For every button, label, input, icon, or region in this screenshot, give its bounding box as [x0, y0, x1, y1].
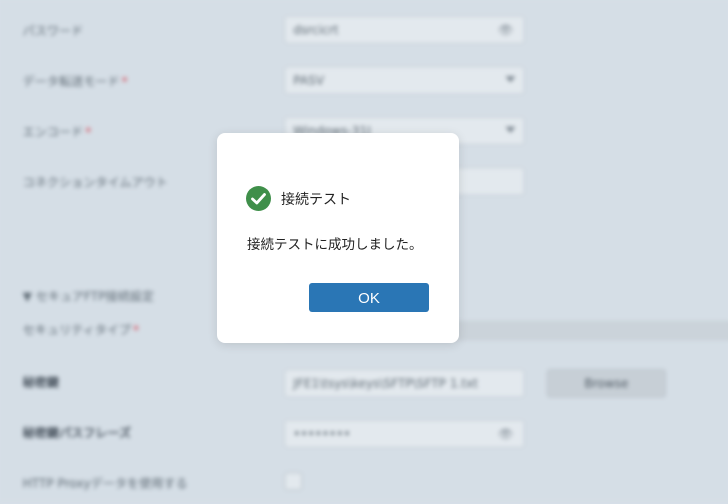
- ok-button[interactable]: OK: [309, 283, 429, 312]
- transfer-mode-label: データ転送モード *: [22, 74, 128, 89]
- password-field[interactable]: dsrcicrt 👁: [284, 15, 525, 44]
- transfer-mode-select[interactable]: PASV: [284, 66, 525, 95]
- chevron-down-icon: [505, 126, 516, 133]
- passphrase-value: ••••••••: [293, 426, 351, 441]
- security-type-label: セキュリティタイプ *: [22, 322, 140, 337]
- eye-icon[interactable]: 👁: [498, 427, 513, 441]
- connection-timeout-label: コネクションタイムアウト: [22, 175, 168, 190]
- private-key-field[interactable]: JFE1\tsys\keys\SFTP\SFTP 1.txt: [284, 369, 525, 398]
- private-key-value: JFE1\tsys\keys\SFTP\SFTP 1.txt: [293, 376, 479, 391]
- password-label: パスワード: [22, 23, 84, 38]
- chevron-down-icon: [505, 76, 516, 83]
- encoding-label: エンコード *: [22, 124, 92, 139]
- browse-button[interactable]: Browse: [546, 369, 666, 398]
- http-proxy-checkbox[interactable]: [284, 472, 303, 491]
- dialog-message: 接続テストに成功しました。: [247, 237, 423, 253]
- transfer-mode-value: PASV: [293, 73, 325, 88]
- connection-test-dialog: 接続テスト 接続テストに成功しました。 OK: [217, 133, 459, 343]
- passphrase-label: 秘密鍵パスフレーズ: [22, 425, 132, 440]
- secure-ftp-section-toggle[interactable]: ▼ セキュアFTP接続設定: [23, 287, 154, 304]
- check-circle-icon: [246, 186, 271, 211]
- eye-icon[interactable]: 👁: [498, 23, 513, 37]
- password-value: dsrcicrt: [293, 22, 339, 37]
- private-key-label: 秘密鍵: [22, 375, 59, 390]
- http-proxy-label: HTTP Proxyデータを使用する: [22, 476, 188, 491]
- passphrase-field[interactable]: •••••••• 👁: [284, 419, 525, 448]
- dialog-title: 接続テスト: [281, 192, 351, 208]
